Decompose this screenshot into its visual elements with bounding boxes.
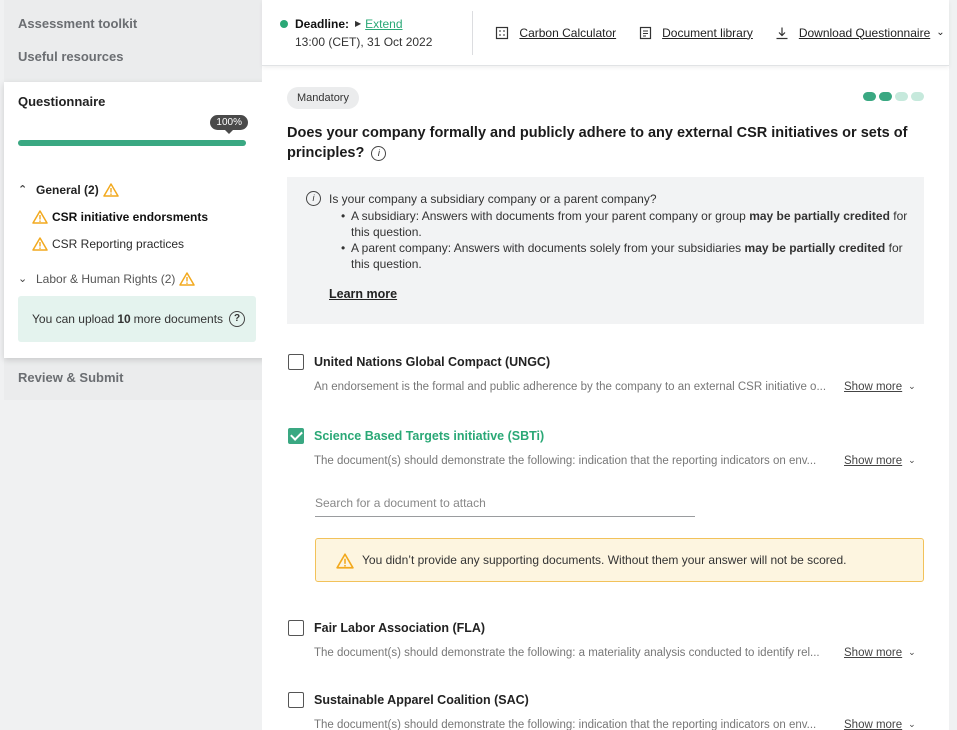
tree-group-general[interactable]: ⌃ General (2) bbox=[18, 176, 256, 203]
tree-group-labor[interactable]: ⌄ Labor & Human Rights (2) bbox=[18, 265, 256, 292]
step-dots bbox=[863, 92, 924, 101]
tree-item-csr-reporting[interactable]: CSR Reporting practices bbox=[18, 230, 256, 257]
show-more-link[interactable]: Show more bbox=[844, 455, 902, 467]
document-library-button[interactable]: Document library bbox=[638, 26, 753, 40]
questionnaire-panel: Questionnaire 100% ⌃ General (2) CSR ini… bbox=[4, 82, 266, 358]
step-dot bbox=[879, 92, 892, 101]
option-row[interactable]: Fair Labor Association (FLA) bbox=[288, 620, 924, 636]
option-desc-text: An endorsement is the formal and public … bbox=[314, 381, 827, 393]
checkbox[interactable] bbox=[288, 620, 304, 636]
main-content: Deadline: ▶ Extend 13:00 (CET), 31 Oct 2… bbox=[262, 0, 949, 730]
question-area: Mandatory Does your company formally and… bbox=[262, 66, 949, 324]
document-library-label: Document library bbox=[662, 25, 753, 40]
carbon-calculator-label: Carbon Calculator bbox=[519, 25, 617, 40]
tree-item-label: CSR initiative endorsments bbox=[52, 209, 209, 224]
questionnaire-tree: ⌃ General (2) CSR initiative endorsments… bbox=[18, 176, 256, 292]
chevron-down-icon: ⌄ bbox=[908, 455, 916, 465]
option-ungc: United Nations Global Compact (UNGC) An … bbox=[288, 354, 924, 393]
question-title: Does your company formally and publicly … bbox=[287, 123, 924, 163]
calculator-icon bbox=[496, 26, 509, 39]
option-description: An endorsement is the formal and public … bbox=[288, 381, 924, 393]
sidebar-useful-resources[interactable]: Useful resources bbox=[4, 38, 262, 82]
progress-fill bbox=[18, 140, 246, 146]
tree-group-label: Labor & Human Rights (2) bbox=[36, 271, 176, 286]
option-label: United Nations Global Compact (UNGC) bbox=[314, 355, 551, 369]
chevron-down-icon: ⌄ bbox=[936, 27, 945, 38]
sidebar-review-submit[interactable]: Review & Submit bbox=[18, 370, 123, 385]
info-icon: i bbox=[306, 191, 321, 206]
progress-bar bbox=[18, 140, 246, 146]
option-row[interactable]: United Nations Global Compact (UNGC) bbox=[288, 354, 924, 370]
step-dot bbox=[895, 92, 908, 101]
checkbox-checked[interactable] bbox=[288, 428, 304, 444]
option-row[interactable]: Science Based Targets initiative (SBTi) bbox=[288, 428, 924, 444]
deadline-time: 13:00 (CET), 31 Oct 2022 bbox=[295, 34, 433, 49]
info-intro: Is your company a subsidiary company or … bbox=[329, 192, 657, 206]
carbon-calculator-button[interactable]: Carbon Calculator bbox=[495, 26, 616, 40]
checkbox[interactable] bbox=[288, 354, 304, 370]
help-icon[interactable]: ? bbox=[229, 311, 246, 327]
step-dot bbox=[863, 92, 876, 101]
upload-count: 10 bbox=[117, 312, 131, 326]
learn-more-link[interactable]: Learn more bbox=[329, 286, 908, 302]
download-questionnaire-label: Download Questionnaire bbox=[798, 25, 931, 40]
option-label: Science Based Targets initiative (SBTi) bbox=[314, 429, 545, 443]
missing-documents-warning: You didn’t provide any supporting docume… bbox=[315, 538, 924, 582]
document-search-input[interactable]: Search for a document to attach bbox=[315, 496, 695, 517]
info-bullet: A subsidiary: Answers with documents fro… bbox=[341, 208, 908, 240]
option-fla: Fair Labor Association (FLA) The documen… bbox=[288, 620, 924, 659]
step-dot bbox=[911, 92, 924, 101]
chevron-up-icon: ⌃ bbox=[18, 184, 28, 196]
option-label: Sustainable Apparel Coalition (SAC) bbox=[314, 693, 529, 707]
mandatory-badge: Mandatory bbox=[287, 87, 359, 109]
chevron-down-icon: ⌄ bbox=[18, 273, 28, 285]
upload-prefix: You can upload bbox=[32, 312, 115, 326]
option-desc-text: The document(s) should demonstrate the f… bbox=[314, 455, 817, 467]
info-box: i Is your company a subsidiary company o… bbox=[287, 177, 924, 324]
chevron-down-icon: ⌄ bbox=[908, 381, 916, 391]
warning-icon bbox=[102, 182, 119, 197]
warning-icon bbox=[336, 553, 354, 569]
option-desc-text: The document(s) should demonstrate the f… bbox=[314, 647, 820, 659]
document-icon bbox=[640, 26, 652, 39]
top-toolbar: Deadline: ▶ Extend 13:00 (CET), 31 Oct 2… bbox=[262, 0, 949, 66]
info-bullet: A parent company: Answers with documents… bbox=[341, 240, 908, 272]
download-icon bbox=[776, 27, 788, 39]
option-description: The document(s) should demonstrate the f… bbox=[288, 647, 924, 659]
upload-suffix: more documents bbox=[133, 312, 224, 326]
extend-link[interactable]: Extend bbox=[365, 17, 402, 31]
questionnaire-title[interactable]: Questionnaire bbox=[18, 94, 252, 109]
warning-icon bbox=[179, 271, 196, 286]
option-label: Fair Labor Association (FLA) bbox=[314, 621, 486, 635]
chevron-down-icon: ⌄ bbox=[908, 647, 916, 657]
progress-badge: 100% bbox=[210, 115, 248, 134]
info-icon[interactable]: i bbox=[371, 145, 387, 161]
warning-icon bbox=[32, 209, 48, 224]
sidebar: Assessment toolkit Useful resources Ques… bbox=[4, 0, 266, 400]
info-list: A subsidiary: Answers with documents fro… bbox=[329, 208, 908, 272]
download-questionnaire-button[interactable]: Download Questionnaire ⌄ bbox=[775, 26, 945, 40]
deadline-label: Deadline: bbox=[295, 16, 350, 31]
option-desc-text: The document(s) should demonstrate the f… bbox=[314, 719, 817, 730]
warning-text: You didn’t provide any supporting docume… bbox=[362, 553, 847, 567]
checkbox[interactable] bbox=[288, 692, 304, 708]
show-more-link[interactable]: Show more bbox=[844, 647, 902, 659]
chevron-down-icon: ⌄ bbox=[908, 719, 916, 729]
tree-item-csr-initiative[interactable]: CSR initiative endorsments bbox=[18, 203, 256, 230]
option-sac: Sustainable Apparel Coalition (SAC) The … bbox=[288, 692, 924, 730]
show-more-link[interactable]: Show more bbox=[844, 719, 902, 730]
tree-item-label: CSR Reporting practices bbox=[52, 236, 185, 251]
option-sbti: Science Based Targets initiative (SBTi) … bbox=[288, 428, 924, 467]
show-more-link[interactable]: Show more bbox=[844, 381, 902, 393]
deadline-block: Deadline: ▶ Extend 13:00 (CET), 31 Oct 2… bbox=[280, 10, 474, 55]
warning-icon bbox=[32, 236, 48, 251]
caret-right-icon: ▶ bbox=[355, 19, 362, 28]
status-dot bbox=[280, 19, 288, 28]
option-description: The document(s) should demonstrate the f… bbox=[288, 719, 924, 730]
tree-group-label: General (2) bbox=[36, 182, 99, 197]
option-description: The document(s) should demonstrate the f… bbox=[288, 455, 924, 467]
sidebar-assessment-toolkit[interactable]: Assessment toolkit bbox=[4, 0, 262, 38]
option-row[interactable]: Sustainable Apparel Coalition (SAC) bbox=[288, 692, 924, 708]
upload-quota-box: You can upload 10 more documents ? bbox=[18, 296, 256, 342]
